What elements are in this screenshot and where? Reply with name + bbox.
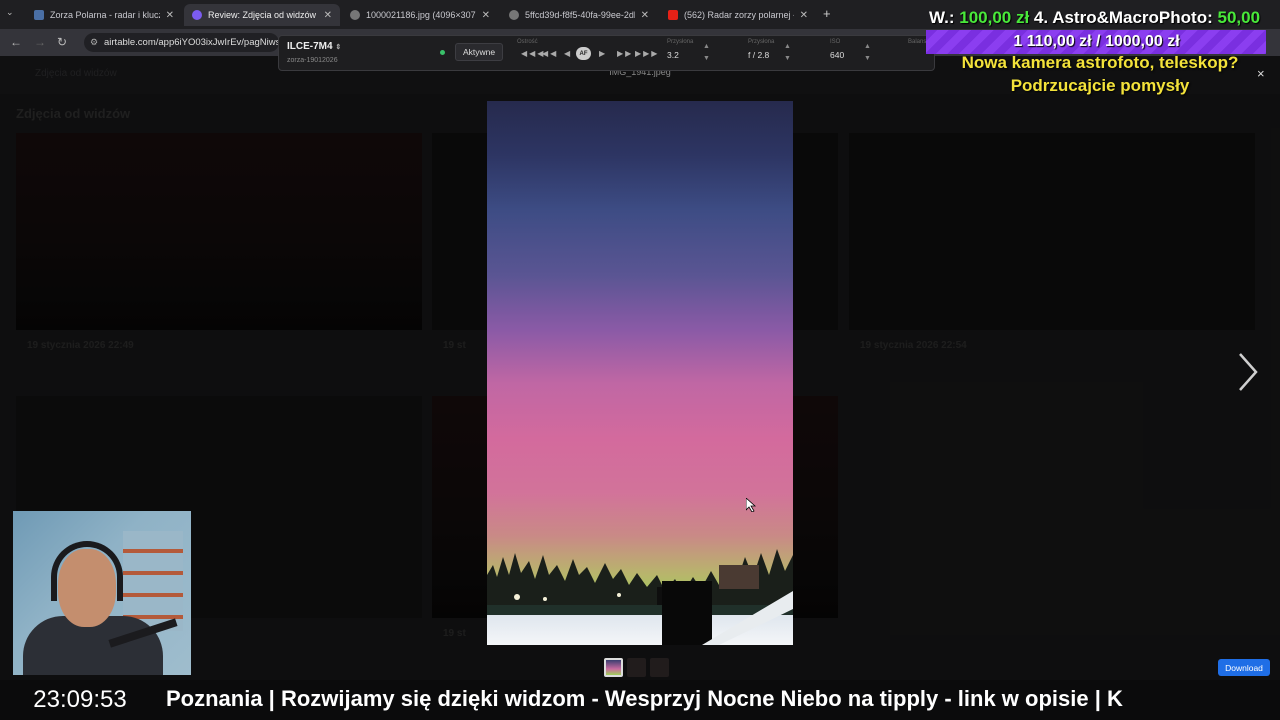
mouse-cursor-icon	[746, 498, 756, 512]
screen: { "browser": { "tabs": [ {"title": "Zorz…	[0, 0, 1280, 720]
donation-amount-2: 50,00	[1217, 8, 1261, 27]
address-bar[interactable]: ⚙ airtable.com/app6iYO03ixJwIrEv/pagNiws	[84, 33, 279, 52]
browser-tab[interactable]: 1000021186.jpg (4096×3072) ✕	[342, 4, 498, 26]
iso-value: 640	[830, 50, 845, 60]
aurora-photo	[487, 101, 793, 645]
next-image-chevron-icon[interactable]	[1236, 350, 1260, 394]
thumbnail[interactable]	[650, 658, 669, 677]
focus-fast-forward-icon[interactable]: ▶▶▶	[635, 49, 659, 58]
browser-tab[interactable]: 5ffcd39d-f8f5-40fa-99ee-2dbb ✕	[501, 4, 657, 26]
tab-title: (562) Radar zorzy polarnej - ISS	[684, 10, 794, 20]
aperture-label: Przysłona	[748, 39, 775, 45]
tab-favicon-icon	[509, 10, 519, 20]
iso-stepper-icon[interactable]: ▲ ▼	[864, 41, 871, 65]
goal-subtitle: Podrzucajcie pomysły	[1010, 76, 1190, 95]
reload-icon[interactable]: ↻	[57, 35, 67, 49]
youtube-favicon-icon	[668, 10, 678, 20]
tab-title: Review: Zdjęcia od widzów - Ai	[208, 10, 318, 20]
ticker-text: Poznania | Rozwijamy się dzięki widzom -…	[166, 686, 1123, 711]
aperture-stepper-icon[interactable]: ▲ ▼	[784, 41, 791, 65]
goal-progress-text: 1 110,00 zł / 1000,00 zł	[1013, 33, 1180, 50]
close-tab-icon[interactable]: ✕	[324, 10, 332, 21]
tab-favicon-icon	[350, 10, 360, 20]
camera-model[interactable]: ILCE-7M4 ⇕	[287, 41, 341, 52]
donation-amount: 100,00 zł	[959, 8, 1030, 27]
shutter-stepper-icon[interactable]: ▲ ▼	[703, 41, 710, 65]
white-balance-label: Balans	[908, 39, 927, 45]
close-tab-icon[interactable]: ✕	[482, 10, 490, 21]
goal-title: Nowa kamera astrofoto, teleskop?	[961, 53, 1239, 72]
tab-favicon-icon	[192, 10, 202, 20]
headset	[51, 541, 123, 601]
download-button[interactable]: Download	[1218, 659, 1270, 676]
tab-title: 1000021186.jpg (4096×3072)	[366, 10, 476, 20]
tab-list-chevron-icon[interactable]: ⌄	[6, 7, 20, 21]
stream-ticker-bar: 23:09:53 Poznania | Rozwijamy się dzięki…	[0, 680, 1280, 720]
streamer-webcam	[13, 511, 191, 675]
iso-label: ISO	[830, 39, 841, 45]
shutter-value: 3.2	[667, 50, 679, 60]
thumbnail-strip	[604, 658, 669, 677]
new-tab-button[interactable]: +	[823, 6, 831, 21]
camera-model-text: ILCE-7M4	[287, 41, 333, 52]
thumbnail[interactable]	[627, 658, 646, 677]
donation-prefix: W.:	[929, 8, 955, 27]
close-tab-icon[interactable]: ✕	[641, 10, 649, 21]
site-info-icon[interactable]: ⚙	[90, 37, 98, 48]
foreground-objects	[662, 581, 793, 645]
latest-donation: W.: 100,00 zł 4. Astro&MacroPhoto: 50,00	[929, 8, 1260, 28]
shutter-label: Przysłona	[667, 39, 694, 45]
tab-title: 5ffcd39d-f8f5-40fa-99ee-2dbb	[525, 10, 635, 20]
active-status-button[interactable]: Aktywne	[455, 43, 503, 61]
browser-tab-active[interactable]: Review: Zdjęcia od widzów - Ai ✕	[184, 4, 340, 26]
focus-label: Ostrość	[517, 39, 538, 45]
focus-step-back-icon[interactable]: ◀	[564, 49, 572, 58]
close-tab-icon[interactable]: ✕	[166, 10, 174, 21]
url-text: airtable.com/app6iYO03ixJwIrEv/pagNiws	[104, 37, 279, 48]
connection-status-dot	[440, 50, 445, 55]
forward-arrow-icon[interactable]: →	[34, 35, 46, 49]
focus-forward-icon[interactable]: ▶▶	[617, 49, 633, 58]
session-name: zorza-19012026	[287, 57, 338, 64]
browser-tab[interactable]: (562) Radar zorzy polarnej - ISS ✕	[660, 4, 816, 26]
camera-dropdown-icon[interactable]: ⇕	[335, 44, 341, 51]
focus-back-icon[interactable]: ◀◀	[542, 49, 558, 58]
donation-title: 4. Astro&MacroPhoto:	[1033, 8, 1213, 27]
thumbnail-current[interactable]	[604, 658, 623, 677]
focus-step-forward-icon[interactable]: ▶	[599, 49, 607, 58]
stream-clock: 23:09:53	[33, 686, 127, 713]
tab-favicon-icon	[34, 10, 44, 20]
close-tab-icon[interactable]: ✕	[800, 10, 808, 21]
browser-tab[interactable]: Zorza Polarna - radar i kluczow ✕	[26, 4, 182, 26]
back-arrow-icon[interactable]: ←	[10, 35, 22, 49]
aperture-value: f / 2.8	[748, 50, 770, 60]
camera-control-panel: ILCE-7M4 ⇕ zorza-19012026 Aktywne Ostroś…	[278, 35, 935, 71]
donation-goal-overlay: W.: 100,00 zł 4. Astro&MacroPhoto: 50,00…	[925, 6, 1275, 95]
tab-title: Zorza Polarna - radar i kluczow	[50, 10, 160, 20]
wall-decor	[123, 531, 183, 631]
autofocus-button[interactable]: AF	[576, 47, 591, 60]
